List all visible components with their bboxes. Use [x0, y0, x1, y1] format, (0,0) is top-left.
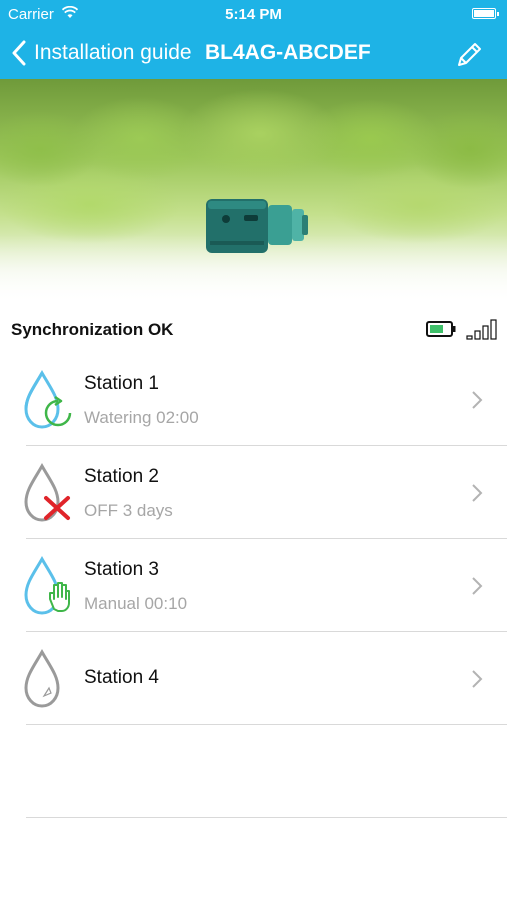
station-row-4[interactable]: Station 4	[0, 632, 507, 725]
sync-status-text: Synchronization OK	[11, 320, 174, 339]
chevron-right-icon	[472, 391, 483, 409]
status-battery-icon	[472, 8, 499, 19]
chevron-right-icon	[472, 670, 483, 688]
sync-status-bar: Synchronization OK	[0, 312, 507, 348]
controller-device-image	[206, 199, 308, 253]
drop-idle-icon	[24, 648, 60, 708]
station-row-2[interactable]: Station 2 OFF 3 days	[0, 446, 507, 539]
back-label: Installation guide	[34, 41, 192, 64]
row-divider	[26, 817, 507, 818]
status-bar: Carrier 5:14 PM	[0, 0, 507, 28]
chevron-right-icon	[472, 484, 483, 502]
pencil-icon[interactable]	[454, 38, 486, 70]
station-row-3[interactable]: Station 3 Manual 00:10	[0, 539, 507, 632]
back-button[interactable]: Installation guide	[10, 38, 192, 68]
page-title: BL4AG-ABCDEF	[205, 41, 371, 64]
hero-image	[0, 79, 507, 304]
drop-off-icon	[24, 462, 70, 522]
station-status: Manual 00:10	[84, 594, 188, 613]
station-status: Watering 02:00	[84, 408, 199, 427]
nav-bar: Installation guide BL4AG-ABCDEF	[0, 30, 507, 76]
station-name: Station 3	[84, 559, 159, 580]
chevron-left-icon	[12, 40, 26, 66]
station-row-1[interactable]: Station 1 Watering 02:00	[0, 353, 507, 446]
station-list: Station 1 Watering 02:00 Station 2 OFF 3…	[0, 353, 507, 818]
empty-list-row	[0, 725, 507, 818]
station-name: Station 1	[84, 373, 159, 394]
station-name: Station 2	[84, 466, 159, 487]
clock: 5:14 PM	[225, 6, 282, 23]
drop-watering-icon	[24, 369, 72, 429]
drop-manual-icon	[24, 555, 70, 615]
top-bar: Carrier 5:14 PM Installation guide BL4AG…	[0, 0, 507, 79]
signal-icon	[466, 319, 497, 340]
chevron-right-icon	[472, 577, 483, 595]
battery-icon	[426, 321, 456, 337]
station-status: OFF 3 days	[84, 501, 173, 520]
station-name: Station 4	[84, 667, 159, 688]
